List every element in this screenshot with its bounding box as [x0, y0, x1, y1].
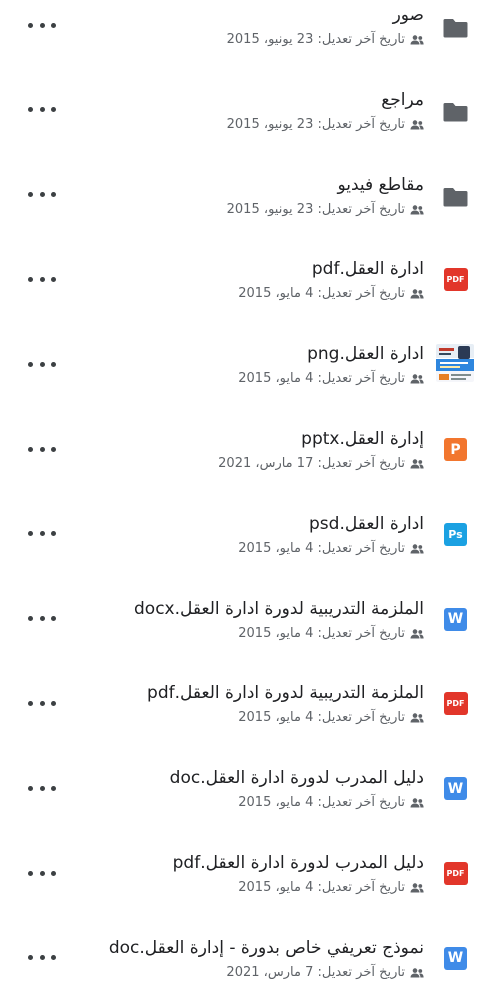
modified-date: تاريخ آخر تعديل: 4 مايو، 2015 — [238, 371, 405, 387]
modified-date: تاريخ آخر تعديل: 4 مايو، 2015 — [238, 540, 405, 556]
file-row[interactable]: PDF دليل المدرب لدورة ادارة العقل.pdf تاري… — [0, 837, 501, 922]
file-row[interactable]: صور تاريخ آخر تعديل: 23 يونيو، 2015 — [0, 0, 501, 74]
folder-icon — [443, 185, 468, 210]
more-options-icon[interactable] — [28, 609, 56, 629]
more-options-icon[interactable] — [28, 439, 56, 459]
file-row[interactable]: PDF الملزمة التدريبية لدورة ادارة العقل.p… — [0, 667, 501, 752]
word-icon: W — [443, 607, 468, 632]
more-options-icon[interactable] — [28, 354, 56, 374]
file-row[interactable]: W الملزمة التدريبية لدورة ادارة العقل.doc… — [0, 583, 501, 668]
word-icon: W — [443, 776, 468, 801]
file-row[interactable]: W نموذج تعريفي خاص بدورة - إدارة العقل.do… — [0, 922, 501, 1007]
modified-date: تاريخ آخر تعديل: 4 مايو، 2015 — [238, 795, 405, 811]
modified-date: تاريخ آخر تعديل: 23 يونيو، 2015 — [226, 201, 405, 217]
shared-people-icon — [410, 968, 424, 978]
shared-people-icon — [410, 374, 424, 384]
file-meta: تاريخ آخر تعديل: 23 يونيو، 2015 — [227, 201, 424, 219]
file-name: ادارة العقل.pdf — [311, 259, 424, 280]
file-row[interactable]: ادارة العقل.png تاريخ آخر تعديل: 4 مايو، … — [0, 328, 501, 413]
more-options-icon[interactable] — [28, 100, 56, 120]
file-meta: تاريخ آخر تعديل: 17 مارس، 2021 — [218, 455, 424, 473]
shared-people-icon — [410, 289, 424, 299]
more-options-icon[interactable] — [28, 269, 56, 289]
modified-date: تاريخ آخر تعديل: 23 يونيو، 2015 — [226, 32, 405, 47]
image-thumbnail — [436, 344, 474, 383]
shared-people-icon — [410, 628, 424, 639]
powerpoint-icon-badge: P — [444, 438, 467, 461]
file-meta: تاريخ آخر تعديل: 4 مايو، 2015 — [238, 709, 424, 727]
modified-date: تاريخ آخر تعديل: 4 مايو، 2015 — [238, 286, 405, 302]
file-name: صور — [392, 5, 424, 25]
more-options-icon[interactable] — [28, 185, 56, 205]
file-name: نموذج تعريفي خاص بدورة - إدارة العقل.doc — [108, 937, 424, 958]
modified-date: تاريخ آخر تعديل: 7 مارس، 2021 — [226, 964, 405, 980]
file-list: صور تاريخ آخر تعديل: 23 يونيو، 2015 مراجع ت… — [0, 0, 501, 1000]
more-options-icon[interactable] — [28, 948, 56, 968]
shared-people-icon — [410, 544, 424, 554]
file-row[interactable]: P إدارة العقل.pptx تاريخ آخر تعديل: 17 مار… — [0, 413, 501, 498]
pdf-icon: PDF — [443, 861, 468, 886]
image-thumbnail — [436, 344, 474, 383]
file-name: ادارة العقل.psd — [309, 513, 424, 534]
shared-people-icon — [410, 459, 424, 469]
file-row[interactable]: PDF ادارة العقل.pdf تاريخ آخر تعديل: 4 ماي… — [0, 243, 501, 328]
shared-people-icon — [410, 35, 424, 45]
file-meta: تاريخ آخر تعديل: 23 يونيو، 2015 — [227, 116, 424, 134]
file-row[interactable]: مقاطع فيديو تاريخ آخر تعديل: 23 يونيو، 20… — [0, 159, 501, 244]
file-name: الملزمة التدريبية لدورة ادارة العقل.docx — [134, 598, 424, 619]
file-name: الملزمة التدريبية لدورة ادارة العقل.pdf — [147, 683, 424, 704]
shared-people-icon — [410, 120, 424, 130]
file-name: دليل المدرب لدورة ادارة العقل.doc — [169, 768, 424, 789]
modified-date: تاريخ آخر تعديل: 23 يونيو، 2015 — [226, 116, 405, 132]
pdf-icon-badge: PDF — [443, 268, 468, 292]
modified-date: تاريخ آخر تعديل: 17 مارس، 2021 — [218, 456, 405, 471]
word-icon-badge: W — [444, 777, 467, 801]
file-meta: تاريخ آخر تعديل: 4 مايو، 2015 — [238, 879, 424, 897]
file-meta: تاريخ آخر تعديل: 4 مايو، 2015 — [238, 625, 424, 643]
file-name: إدارة العقل.pptx — [301, 429, 424, 449]
pdf-icon: PDF — [443, 267, 468, 292]
file-name: دليل المدرب لدورة ادارة العقل.pdf — [172, 853, 424, 873]
file-name: مقاطع فيديو — [337, 174, 424, 195]
word-icon: W — [443, 946, 468, 971]
file-row[interactable]: W دليل المدرب لدورة ادارة العقل.doc تاريخ … — [0, 752, 501, 837]
shared-people-icon — [410, 713, 424, 723]
more-options-icon[interactable] — [28, 693, 56, 713]
file-meta: تاريخ آخر تعديل: 4 مايو، 2015 — [238, 370, 424, 388]
file-meta: تاريخ آخر تعديل: 4 مايو، 2015 — [238, 540, 424, 558]
folder-icon — [443, 100, 468, 125]
file-meta: تاريخ آخر تعديل: 23 يونيو، 2015 — [227, 31, 424, 49]
pdf-icon-badge: PDF — [443, 862, 468, 885]
file-name: ادارة العقل.png — [307, 344, 424, 365]
file-meta: تاريخ آخر تعديل: 4 مايو، 2015 — [238, 285, 424, 303]
modified-date: تاريخ آخر تعديل: 4 مايو، 2015 — [238, 710, 405, 726]
more-options-icon[interactable] — [28, 524, 56, 544]
photoshop-icon-badge: Ps — [444, 522, 467, 546]
word-icon-badge: W — [444, 946, 467, 970]
more-options-icon[interactable] — [28, 863, 56, 883]
file-row[interactable]: مراجع تاريخ آخر تعديل: 23 يونيو، 2015 — [0, 74, 501, 159]
file-name: مراجع — [381, 89, 424, 110]
shared-people-icon — [410, 883, 424, 893]
powerpoint-icon: P — [443, 437, 468, 462]
more-options-icon[interactable] — [28, 778, 56, 798]
pdf-icon: PDF — [443, 691, 468, 716]
photoshop-icon: Ps — [443, 522, 468, 547]
file-meta: تاريخ آخر تعديل: 4 مايو، 2015 — [238, 794, 424, 812]
modified-date: تاريخ آخر تعديل: 4 مايو، 2015 — [238, 880, 405, 895]
folder-icon — [443, 15, 468, 40]
shared-people-icon — [410, 204, 424, 215]
word-icon-badge: W — [444, 607, 467, 631]
more-options-icon[interactable] — [28, 15, 56, 35]
file-meta: تاريخ آخر تعديل: 7 مارس، 2021 — [226, 964, 424, 982]
file-row[interactable]: Ps ادارة العقل.psd تاريخ آخر تعديل: 4 مايو… — [0, 498, 501, 583]
pdf-icon-badge: PDF — [443, 692, 468, 716]
modified-date: تاريخ آخر تعديل: 4 مايو، 2015 — [238, 625, 405, 641]
shared-people-icon — [410, 798, 424, 808]
